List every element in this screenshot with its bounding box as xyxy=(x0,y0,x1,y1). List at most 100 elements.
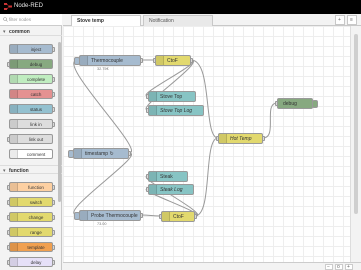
palette-node-comment[interactable]: comment xyxy=(9,149,53,159)
input-port xyxy=(7,200,10,205)
minus-icon: − xyxy=(327,264,330,270)
arrow-right-icon xyxy=(80,56,88,65)
function-icon xyxy=(10,183,18,191)
palette-node-switch[interactable]: switch xyxy=(7,197,55,207)
node-steak[interactable]: Steak xyxy=(146,171,188,182)
palette-node-range[interactable]: range xyxy=(7,227,55,237)
output-port[interactable] xyxy=(140,58,143,63)
wire xyxy=(262,102,278,139)
palette-scrollbar[interactable] xyxy=(58,42,61,202)
search-icon xyxy=(3,17,8,22)
node-debug[interactable]: debug xyxy=(275,98,318,109)
node-red-logo-icon xyxy=(4,3,12,10)
input-port xyxy=(7,137,10,142)
node-status: 73.00 xyxy=(97,222,107,226)
chevron-down-icon: ▾ xyxy=(3,29,6,35)
switch-icon xyxy=(219,134,227,143)
input-port[interactable] xyxy=(275,101,278,106)
output-port xyxy=(52,215,55,220)
tab-stove-temp[interactable]: Stove temp xyxy=(71,15,141,26)
debug-toggle-button[interactable] xyxy=(312,100,318,108)
palette-filter-input[interactable]: filter nodes xyxy=(0,14,62,26)
check-icon xyxy=(10,75,18,83)
output-port[interactable] xyxy=(190,58,193,63)
comment-icon xyxy=(10,150,18,158)
chart-icon xyxy=(149,172,157,181)
node-steak-log[interactable]: Steak Log xyxy=(146,184,194,195)
workspace-scrollbar[interactable] xyxy=(350,26,361,262)
switch-icon xyxy=(10,198,18,206)
node-timestamp[interactable]: timestamp ↻ xyxy=(68,148,131,159)
plus-icon: + xyxy=(338,17,341,23)
node-ctof-bottom[interactable]: CtoF xyxy=(159,211,197,222)
wire xyxy=(194,137,219,217)
range-icon xyxy=(162,212,170,221)
palette-node-delay[interactable]: delay xyxy=(7,257,55,267)
palette-node-debug[interactable]: debug xyxy=(7,59,53,69)
output-port[interactable] xyxy=(128,151,131,156)
scrollbar-thumb[interactable] xyxy=(354,34,358,214)
output-port xyxy=(52,200,55,205)
chart-icon xyxy=(149,92,157,101)
output-port xyxy=(52,47,55,52)
link-icon xyxy=(10,120,18,128)
palette-category-function[interactable]: ▾ function xyxy=(0,165,62,174)
zoom-out-button[interactable]: − xyxy=(325,264,333,270)
palette-node-complete[interactable]: complete xyxy=(9,74,55,84)
palette-node-link-in[interactable]: link in xyxy=(9,119,55,129)
output-port[interactable] xyxy=(194,214,197,219)
app-title: Node-RED xyxy=(14,3,44,9)
wire xyxy=(73,59,132,154)
output-port xyxy=(52,260,55,265)
link-out-icon xyxy=(10,135,18,143)
output-port xyxy=(52,122,55,127)
chart-icon xyxy=(149,185,157,194)
pulse-icon xyxy=(10,105,18,113)
range-icon xyxy=(156,56,164,65)
palette-node-change[interactable]: change xyxy=(7,212,55,222)
input-port xyxy=(7,62,10,67)
zoom-reset-icon: o xyxy=(337,264,340,270)
range-icon xyxy=(10,228,18,236)
tab-menu-button[interactable]: ≡ xyxy=(347,15,357,25)
chevron-down-icon: ▾ xyxy=(3,168,6,174)
node-status: 32.75€ xyxy=(97,67,109,71)
palette-node-template[interactable]: template xyxy=(7,242,55,252)
alert-icon xyxy=(10,90,18,98)
arrow-right-icon xyxy=(10,45,18,53)
palette-node-catch[interactable]: catch xyxy=(9,89,55,99)
zoom-reset-button[interactable]: o xyxy=(335,264,343,270)
node-stove-top[interactable]: Stove Top xyxy=(146,91,196,102)
plus-icon: + xyxy=(347,264,350,270)
menu-icon: ≡ xyxy=(350,17,353,23)
add-tab-button[interactable]: + xyxy=(335,15,345,25)
palette-node-link-out[interactable]: link out xyxy=(7,134,53,144)
node-thermocouple[interactable]: Thermocouple 32.75€ xyxy=(74,55,143,71)
output-port[interactable] xyxy=(262,136,265,141)
zoom-in-button[interactable]: + xyxy=(345,264,353,270)
chart-icon xyxy=(149,106,157,115)
list-icon xyxy=(10,60,18,68)
output-port xyxy=(52,230,55,235)
node-stove-top-log[interactable]: Stove Top Log xyxy=(146,105,204,116)
node-hot-temp[interactable]: Hot Temp xyxy=(216,133,265,144)
palette-node-function[interactable]: function xyxy=(7,182,55,192)
workspace-footer: − o + xyxy=(63,262,361,270)
output-port xyxy=(52,185,55,190)
output-port[interactable] xyxy=(140,213,143,218)
output-port xyxy=(52,245,55,250)
output-port xyxy=(52,77,55,82)
output-port xyxy=(52,107,55,112)
node-ctof-top[interactable]: CtoF xyxy=(153,55,193,66)
template-icon xyxy=(10,243,18,251)
clock-icon xyxy=(10,258,18,266)
workspace-tabs: Stove temp Notification + ≡ xyxy=(63,14,361,26)
palette-filter-placeholder: filter nodes xyxy=(9,17,32,22)
palette-node-status[interactable]: status xyxy=(9,104,55,114)
flow-workspace[interactable]: Thermocouple 32.75€ CtoF Stove Top Stove… xyxy=(63,26,350,262)
palette-node-inject[interactable]: inject xyxy=(9,44,55,54)
palette-category-common[interactable]: ▾ common xyxy=(0,27,62,36)
tab-notification[interactable]: Notification xyxy=(143,15,213,26)
node-probe-thermocouple[interactable]: Probe Thermocouple 73.00 xyxy=(74,210,143,226)
arrow-right-icon xyxy=(80,211,88,220)
